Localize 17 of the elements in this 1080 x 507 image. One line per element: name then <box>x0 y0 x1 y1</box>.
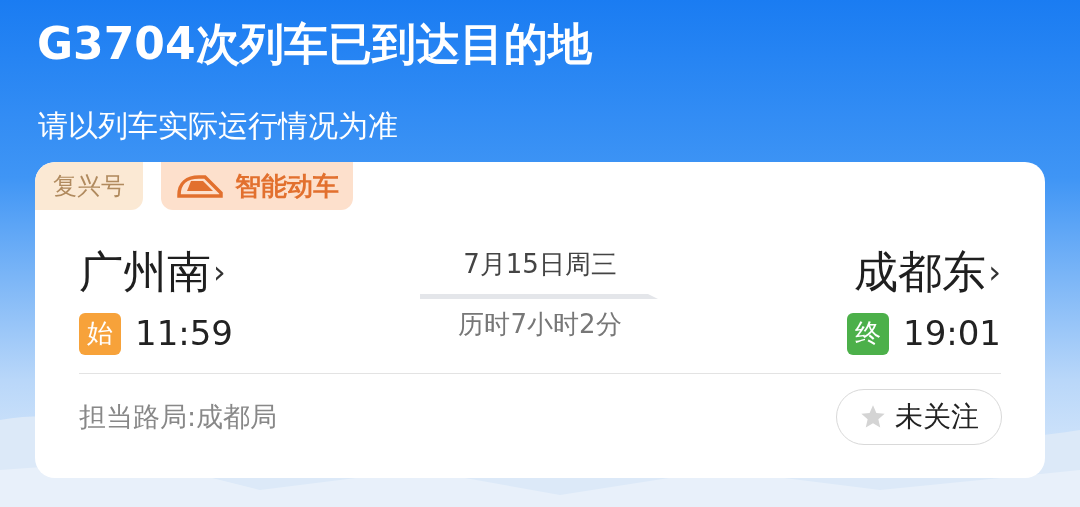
arrival-time: 19:01 <box>903 312 1001 355</box>
train-icon <box>175 173 225 199</box>
start-badge: 始 <box>79 312 121 355</box>
end-badge: 终 <box>847 312 889 355</box>
arrival-station[interactable]: 成都东 <box>854 244 987 300</box>
chevron-icon: › <box>213 248 226 296</box>
travel-duration: 历时7小时2分 <box>458 308 622 341</box>
chevron-icon: › <box>988 248 1001 296</box>
departure-time: 11:59 <box>135 312 233 355</box>
train-type-tag: 复兴号 <box>35 162 143 210</box>
travel-date: 7月15日周三 <box>463 248 617 281</box>
railway-bureau: 担当路局:成都局 <box>79 399 278 434</box>
page-title: G3704次列车已到达目的地 <box>37 17 593 71</box>
smart-train-tag: 智能动车 <box>161 162 353 210</box>
departure-station[interactable]: 广州南 <box>79 244 211 300</box>
page-subtitle: 请以列车实际运行情况为准 <box>38 107 399 145</box>
follow-button[interactable]: 未关注 <box>836 389 1002 445</box>
